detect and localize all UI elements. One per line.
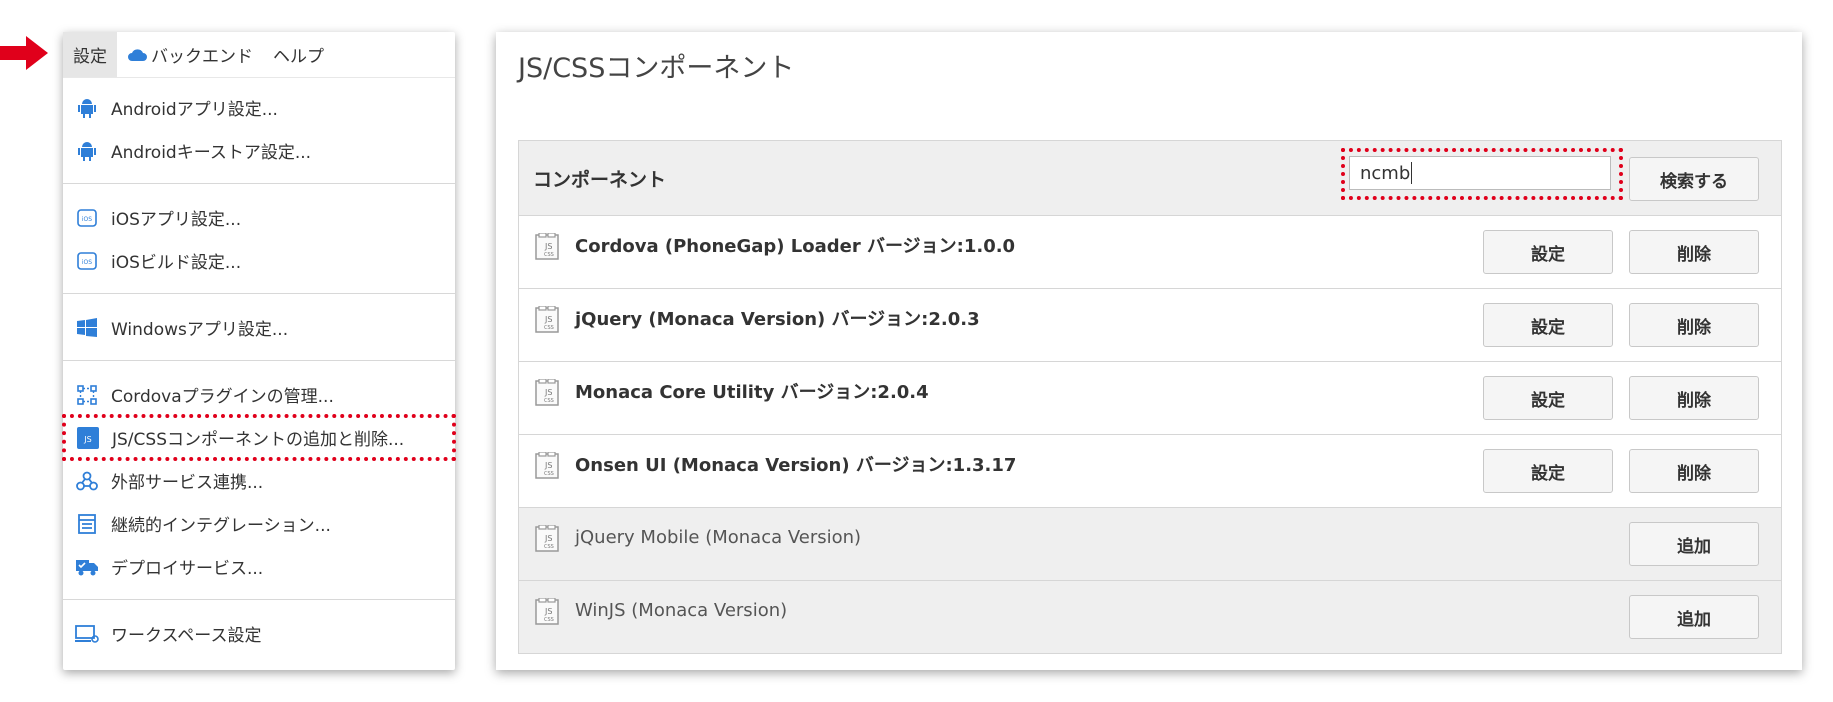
table-row-available: JS CSS WinJS (Monaca Version) 追加 bbox=[519, 581, 1781, 653]
component-name: Cordova (PhoneGap) Loader バージョン:1.0.0 bbox=[575, 236, 1016, 257]
svg-text:CSS: CSS bbox=[544, 617, 554, 623]
menu-item-ios-build[interactable]: iOS iOSビルド設定... bbox=[63, 239, 455, 282]
js-css-file-icon: JSCSS bbox=[535, 452, 559, 479]
component-name: Onsen UI (Monaca Version) バージョン:1.3.17 bbox=[575, 455, 1017, 476]
text-caret bbox=[1411, 162, 1413, 184]
menu-item-windows-app[interactable]: Windowsアプリ設定... bbox=[63, 306, 455, 349]
component-name: jQuery Mobile (Monaca Version) bbox=[575, 526, 862, 548]
menu-item-cordova-plugins[interactable]: Cordovaプラグインの管理... bbox=[63, 373, 455, 416]
truck-icon bbox=[75, 555, 99, 579]
settings-button[interactable]: 設定 bbox=[1483, 376, 1613, 420]
add-button[interactable]: 追加 bbox=[1629, 522, 1759, 566]
svg-text:JS: JS bbox=[544, 388, 552, 397]
remove-button[interactable]: 削除 bbox=[1629, 303, 1759, 347]
settings-button[interactable]: 設定 bbox=[1483, 449, 1613, 493]
component-name: WinJS (Monaca Version) bbox=[575, 599, 788, 621]
settings-button[interactable]: 設定 bbox=[1483, 303, 1613, 347]
settings-menu-panel: 設定 バックエンド ヘルプ Androidアプリ設定... Androidキース… bbox=[62, 32, 456, 670]
table-row: JS CSS Monaca Core Utility バージョン:2.0.4 設定… bbox=[519, 362, 1781, 435]
add-button[interactable]: 追加 bbox=[1629, 595, 1759, 639]
components-table: コンポーネント ncmb 検索する JS CSS Cordova (PhoneGa… bbox=[518, 140, 1782, 654]
menu-separator bbox=[63, 183, 455, 184]
svg-text:JS: JS bbox=[544, 534, 552, 543]
menu-item-jscss-components[interactable]: JS JS/CSSコンポーネントの追加と削除... bbox=[62, 414, 456, 461]
menu-item-android-keystore[interactable]: Androidキーストア設定... bbox=[63, 129, 455, 172]
header-label: コンポーネント bbox=[533, 168, 667, 191]
remove-button[interactable]: 削除 bbox=[1629, 230, 1759, 274]
menu-item-ios-app[interactable]: iOS iOSアプリ設定... bbox=[63, 196, 455, 239]
menu-item-external-services[interactable]: 外部サービス連携... bbox=[63, 459, 455, 502]
table-header-row: コンポーネント ncmb 検索する bbox=[519, 141, 1781, 216]
js-css-file-icon: JSCSS bbox=[535, 379, 559, 406]
menu-item-workspace[interactable]: ワークスペース設定 bbox=[63, 612, 455, 655]
component-name: jQuery (Monaca Version) バージョン:2.0.3 bbox=[575, 309, 980, 330]
table-row-available: JS CSS jQuery Mobile (Monaca Version) 追加 bbox=[519, 508, 1781, 581]
menubar-help[interactable]: ヘルプ bbox=[263, 32, 334, 77]
menu-item-android-app[interactable]: Androidアプリ設定... bbox=[63, 86, 455, 129]
remove-button[interactable]: 削除 bbox=[1629, 376, 1759, 420]
webhook-icon bbox=[75, 469, 99, 493]
menu-separator bbox=[63, 293, 455, 294]
js-css-file-icon: JSCSS bbox=[535, 233, 559, 260]
menu-separator bbox=[63, 599, 455, 600]
plugin-icon bbox=[75, 383, 99, 407]
table-row: JS CSS Cordova (PhoneGap) Loader バージョン:1.… bbox=[519, 216, 1781, 289]
component-name: Monaca Core Utility バージョン:2.0.4 bbox=[575, 382, 929, 403]
annotation-arrow-right bbox=[0, 36, 48, 70]
js-css-file-icon: JSCSS bbox=[535, 525, 559, 552]
remove-button[interactable]: 削除 bbox=[1629, 449, 1759, 493]
svg-text:iOS: iOS bbox=[82, 216, 92, 223]
android-icon bbox=[75, 139, 99, 163]
settings-button[interactable]: 設定 bbox=[1483, 230, 1613, 274]
search-input[interactable]: ncmb bbox=[1349, 156, 1611, 190]
dialog-title: JS/CSSコンポーネント bbox=[518, 53, 795, 84]
svg-text:JS: JS bbox=[544, 315, 552, 324]
svg-text:CSS: CSS bbox=[544, 325, 554, 331]
svg-text:CSS: CSS bbox=[544, 398, 554, 404]
menubar-backend[interactable]: バックエンド bbox=[117, 32, 263, 77]
windows-icon bbox=[75, 316, 99, 340]
cloud-icon bbox=[128, 48, 147, 61]
menu-item-ci[interactable]: 継続的インテグレーション... bbox=[63, 502, 455, 545]
ios-icon: iOS bbox=[75, 249, 99, 273]
ci-icon bbox=[75, 512, 99, 536]
js-css-file-icon: JSCSS bbox=[535, 306, 559, 333]
search-highlight: ncmb bbox=[1341, 148, 1623, 200]
js-css-file-icon: JSCSS bbox=[535, 598, 559, 625]
svg-text:CSS: CSS bbox=[544, 252, 554, 258]
svg-text:JS: JS bbox=[544, 607, 552, 616]
svg-text:JS: JS bbox=[544, 242, 552, 251]
table-row: JS CSS Onsen UI (Monaca Version) バージョン:1.… bbox=[519, 435, 1781, 508]
menu-separator bbox=[63, 360, 455, 361]
menubar-settings[interactable]: 設定 bbox=[63, 32, 117, 77]
android-icon bbox=[75, 96, 99, 120]
svg-text:JS: JS bbox=[544, 461, 552, 470]
ios-icon: iOS bbox=[75, 206, 99, 230]
workspace-icon bbox=[75, 622, 99, 646]
jscss-components-dialog: JS/CSSコンポーネント コンポーネント ncmb 検索する JS CSS Co… bbox=[496, 32, 1802, 670]
js-icon: JS bbox=[76, 426, 100, 450]
menubar: 設定 バックエンド ヘルプ bbox=[63, 32, 455, 78]
svg-text:CSS: CSS bbox=[544, 471, 554, 477]
svg-text:JS: JS bbox=[83, 435, 91, 444]
svg-text:iOS: iOS bbox=[82, 259, 92, 266]
table-row: JS CSS jQuery (Monaca Version) バージョン:2.0.… bbox=[519, 289, 1781, 362]
svg-text:CSS: CSS bbox=[544, 544, 554, 550]
menu-item-deploy[interactable]: デプロイサービス... bbox=[63, 545, 455, 588]
search-button[interactable]: 検索する bbox=[1629, 157, 1759, 201]
